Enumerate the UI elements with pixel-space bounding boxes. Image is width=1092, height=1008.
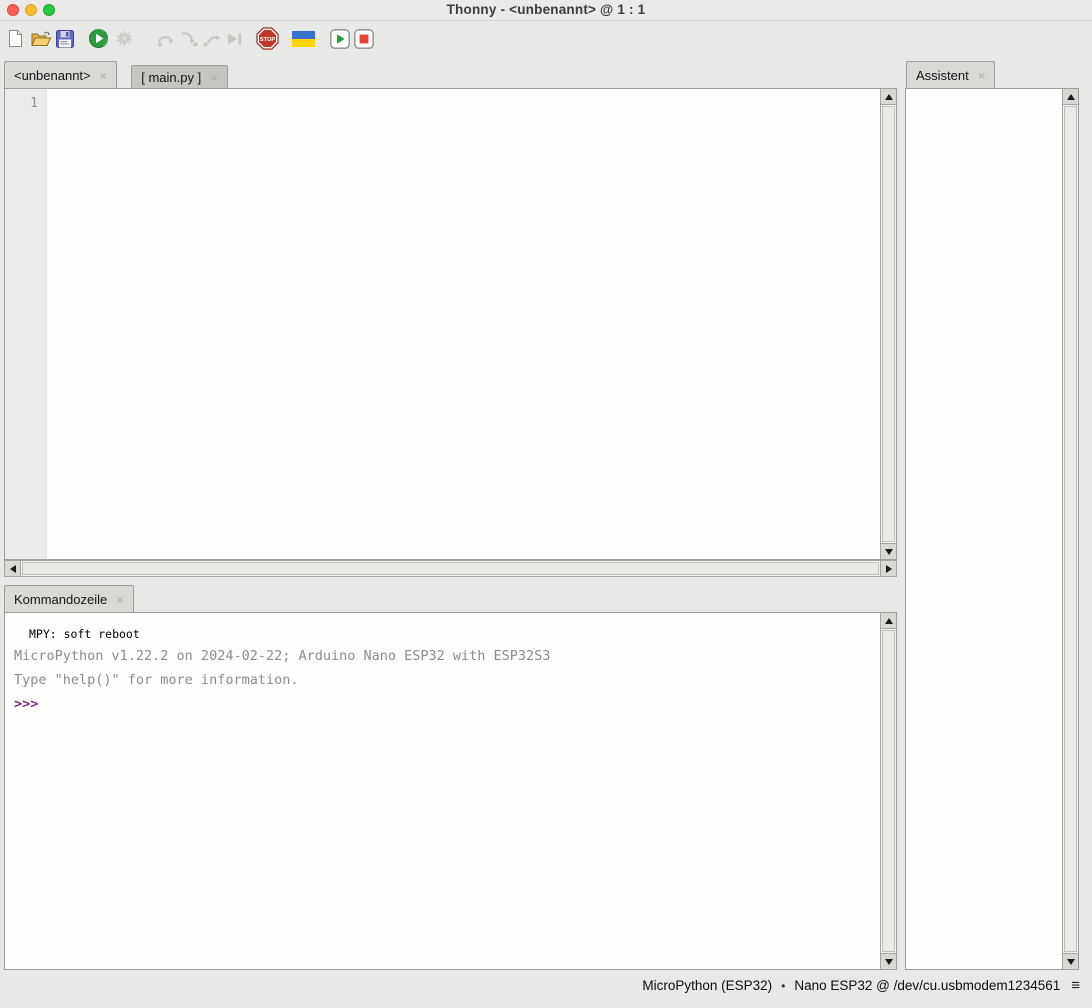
run-icon [89,29,108,53]
shell-text: MPY: soft reboot MicroPython v1.22.2 on … [5,613,879,712]
editor-vertical-scrollbar[interactable] [880,89,896,559]
new-file-button[interactable] [3,28,27,54]
backend-status[interactable]: MicroPython (ESP32) [642,978,772,993]
close-tab-icon[interactable]: × [978,69,986,82]
scroll-down-button[interactable] [1063,953,1078,969]
run-on-device-icon [330,29,350,54]
shell-line-stdout: MPY: soft reboot [14,627,879,648]
status-separator: • [781,979,785,993]
shell-vertical-scrollbar[interactable] [880,613,896,969]
tab-label: Assistent [916,68,969,83]
resume-button[interactable] [222,28,246,54]
stop-script-on-device-button[interactable] [352,28,376,54]
backend-menu-icon[interactable]: ≡ [1071,977,1080,994]
stop-sign-icon: STOP [256,27,279,55]
scroll-up-button[interactable] [881,613,896,629]
code-editor[interactable]: 1 [4,88,897,560]
device-port-status[interactable]: Nano ESP32 @ /dev/cu.usbmodem1234561 [794,978,1060,993]
scroll-left-button[interactable] [5,561,21,576]
step-out-icon [202,31,221,52]
support-ukraine-button[interactable] [291,28,315,54]
open-folder-icon [31,30,52,52]
line-number-gutter: 1 [5,89,47,559]
debug-current-script-button[interactable] [112,28,136,54]
scroll-up-button[interactable] [1063,89,1078,105]
save-floppy-icon [56,30,74,53]
shell-tab-bar: Kommandozeile × [4,586,134,612]
tab-label: Kommandozeile [14,592,107,607]
scroll-right-button[interactable] [880,561,896,576]
toolbar: STOP [0,22,1092,60]
tab-unbenannt[interactable]: <unbenannt> × [4,61,117,88]
save-file-button[interactable] [53,28,77,54]
arrow-right-icon [886,565,892,573]
scroll-down-button[interactable] [881,953,896,969]
editor-tab-bar: <unbenannt> × [ main.py ] × [4,61,228,88]
arrow-down-icon [885,959,893,965]
scroll-down-button[interactable] [881,543,896,559]
run-script-on-device-button[interactable] [328,28,352,54]
tab-label: [ main.py ] [141,70,201,85]
close-tab-icon[interactable]: × [100,69,108,82]
editor-horizontal-scrollbar[interactable] [4,560,897,577]
stop-on-device-icon [354,29,374,54]
assistant-tab-bar: Assistent × [906,61,995,88]
assistant-panel [905,88,1079,970]
resume-icon [226,31,243,52]
shell-line-welcome: MicroPython v1.22.2 on 2024-02-22; Ardui… [14,648,879,672]
scrollbar-thumb[interactable] [22,562,879,575]
titlebar: Thonny - <unbenannt> @ 1 : 1 [0,0,1092,21]
new-file-icon [7,29,23,53]
arrow-up-icon [885,618,893,624]
ukraine-flag-icon [292,31,315,52]
status-bar: MicroPython (ESP32) • Nano ESP32 @ /dev/… [642,977,1080,994]
scrollbar-thumb[interactable] [882,106,895,542]
line-number: 1 [30,96,38,111]
open-file-button[interactable] [29,28,53,54]
step-over-icon [156,31,176,52]
assistant-vertical-scrollbar[interactable] [1062,89,1078,969]
arrow-up-icon [885,94,893,100]
close-tab-icon[interactable]: × [210,71,218,84]
stop-sign-label: STOP [259,37,274,43]
scrollbar-thumb[interactable] [1064,106,1077,952]
tab-kommandozeile[interactable]: Kommandozeile × [4,585,134,612]
shell-prompt: >>> [14,696,879,712]
tab-label: <unbenannt> [14,68,91,83]
step-over-button[interactable] [154,28,178,54]
scroll-up-button[interactable] [881,89,896,105]
arrow-up-icon [1067,94,1075,100]
arrow-down-icon [885,549,893,555]
step-into-button[interactable] [177,28,201,54]
close-tab-icon[interactable]: × [116,593,124,606]
window-title: Thonny - <unbenannt> @ 1 : 1 [0,2,1092,17]
step-into-icon [180,31,199,52]
tab-assistent[interactable]: Assistent × [906,61,995,88]
arrow-left-icon [10,565,16,573]
step-out-button[interactable] [199,28,223,54]
stop-restart-backend-button[interactable]: STOP [255,28,279,54]
debug-icon [115,29,134,53]
arrow-down-icon [1067,959,1075,965]
run-current-script-button[interactable] [86,28,110,54]
shell-output[interactable]: MPY: soft reboot MicroPython v1.22.2 on … [4,612,897,970]
tab-main-py[interactable]: [ main.py ] × [131,65,228,88]
shell-line-welcome: Type "help()" for more information. [14,672,879,696]
scrollbar-thumb[interactable] [882,630,895,952]
